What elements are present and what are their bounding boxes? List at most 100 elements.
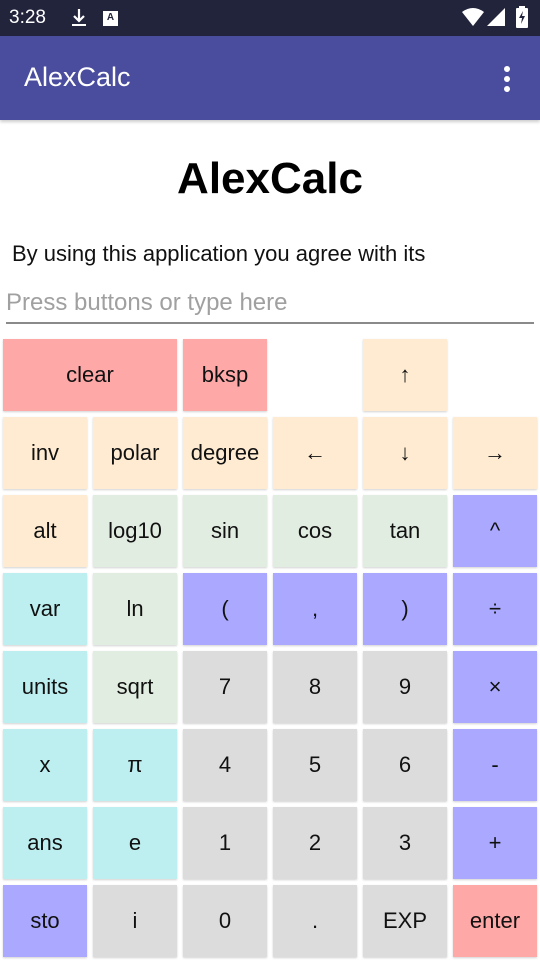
battery-charging-icon (516, 6, 528, 28)
divide-button[interactable]: ÷ (453, 573, 537, 645)
exp-button[interactable]: EXP (363, 885, 447, 957)
digit-9-label: 9 (398, 674, 412, 699)
units-label: units (21, 674, 69, 699)
status-bar: 3:28 A (0, 0, 540, 36)
digit-9-button[interactable]: 9 (363, 651, 447, 723)
decimal-point-label: . (311, 908, 319, 933)
divide-label: ÷ (488, 596, 502, 621)
down-arrow-button[interactable]: ↓ (363, 417, 447, 489)
x-variable-label: x (39, 752, 51, 777)
add-button[interactable]: + (453, 807, 537, 879)
wifi-icon (462, 8, 484, 26)
download-icon (72, 9, 86, 26)
subtract-button[interactable]: - (453, 729, 537, 801)
backspace-label: bksp (201, 362, 249, 387)
degree-label: degree (190, 440, 260, 465)
right-arrow-button[interactable]: → (453, 417, 537, 489)
open-paren-label: ( (221, 596, 229, 621)
ans-button[interactable]: ans (3, 807, 87, 879)
degree-button[interactable]: degree (183, 417, 267, 489)
sin-button[interactable]: sin (183, 495, 267, 567)
sqrt-button[interactable]: sqrt (93, 651, 177, 723)
var-button[interactable]: var (3, 573, 87, 645)
digit-8-label: 8 (308, 674, 322, 699)
left-arrow-button[interactable]: ← (273, 417, 357, 489)
subtract-label: - (491, 752, 499, 777)
cos-label: cos (297, 518, 333, 543)
digit-1-label: 1 (218, 830, 232, 855)
pi-label: π (127, 752, 143, 777)
store-button[interactable]: sto (3, 885, 87, 957)
digit-0-label: 0 (218, 908, 232, 933)
digit-5-button[interactable]: 5 (273, 729, 357, 801)
enter-button[interactable]: enter (453, 885, 537, 957)
app-bar: AlexCalc (0, 36, 540, 120)
power-button[interactable]: ^ (453, 495, 537, 567)
x-variable-button[interactable]: x (3, 729, 87, 801)
digit-6-label: 6 (398, 752, 412, 777)
sin-label: sin (210, 518, 240, 543)
a-notification-icon: A (103, 11, 118, 26)
inv-button[interactable]: inv (3, 417, 87, 489)
multiply-button[interactable]: × (453, 651, 537, 723)
page-title: AlexCalc (177, 154, 363, 203)
up-arrow-button[interactable]: ↑ (363, 339, 447, 411)
polar-button[interactable]: polar (93, 417, 177, 489)
status-time: 3:28 (9, 7, 46, 28)
units-button[interactable]: units (3, 651, 87, 723)
left-arrow-label: ← (304, 440, 326, 465)
digit-5-label: 5 (308, 752, 322, 777)
agreement-text[interactable]: By using this application you agree with… (12, 241, 425, 267)
comma-label: , (311, 596, 319, 621)
open-paren-button[interactable]: ( (183, 573, 267, 645)
digit-2-label: 2 (308, 830, 322, 855)
close-paren-button[interactable]: ) (363, 573, 447, 645)
expression-input[interactable] (6, 284, 534, 324)
multiply-label: × (488, 674, 502, 699)
digit-1-button[interactable]: 1 (183, 807, 267, 879)
exp-label: EXP (382, 908, 428, 933)
comma-button[interactable]: , (273, 573, 357, 645)
close-paren-label: ) (401, 596, 409, 621)
down-arrow-label: ↓ (399, 440, 411, 465)
digit-7-label: 7 (218, 674, 232, 699)
alt-label: alt (33, 518, 57, 543)
ans-label: ans (27, 830, 63, 855)
enter-label: enter (469, 908, 521, 933)
digit-7-button[interactable]: 7 (183, 651, 267, 723)
inv-label: inv (30, 440, 60, 465)
euler-e-button[interactable]: e (93, 807, 177, 879)
add-label: + (488, 830, 502, 855)
cos-button[interactable]: cos (273, 495, 357, 567)
app-title: AlexCalc (24, 62, 131, 92)
ln-label: ln (126, 596, 144, 621)
right-arrow-label: → (484, 440, 506, 465)
up-arrow-label: ↑ (399, 362, 411, 387)
clear-button[interactable]: clear (3, 339, 177, 411)
log10-button[interactable]: log 10 (93, 495, 177, 567)
power-label: ^ (489, 518, 501, 543)
digit-4-label: 4 (218, 752, 232, 777)
digit-8-button[interactable]: 8 (273, 651, 357, 723)
backspace-button[interactable]: bksp (183, 339, 267, 411)
digit-3-label: 3 (398, 830, 412, 855)
tan-label: tan (389, 518, 421, 543)
pi-button[interactable]: π (93, 729, 177, 801)
digit-4-button[interactable]: 4 (183, 729, 267, 801)
log10-label: log (108, 518, 138, 543)
more-vert-icon[interactable] (496, 64, 518, 94)
digit-0-button[interactable]: 0 (183, 885, 267, 957)
store-label: sto (30, 908, 60, 933)
cell-signal-icon (487, 8, 505, 26)
digit-2-button[interactable]: 2 (273, 807, 357, 879)
euler-e-label: e (128, 830, 142, 855)
digit-6-button[interactable]: 6 (363, 729, 447, 801)
imaginary-i-button[interactable]: i (93, 885, 177, 957)
var-label: var (29, 596, 61, 621)
imaginary-i-label: i (132, 908, 138, 933)
tan-button[interactable]: tan (363, 495, 447, 567)
digit-3-button[interactable]: 3 (363, 807, 447, 879)
alt-button[interactable]: alt (3, 495, 87, 567)
decimal-point-button[interactable]: . (273, 885, 357, 957)
ln-button[interactable]: ln (93, 573, 177, 645)
